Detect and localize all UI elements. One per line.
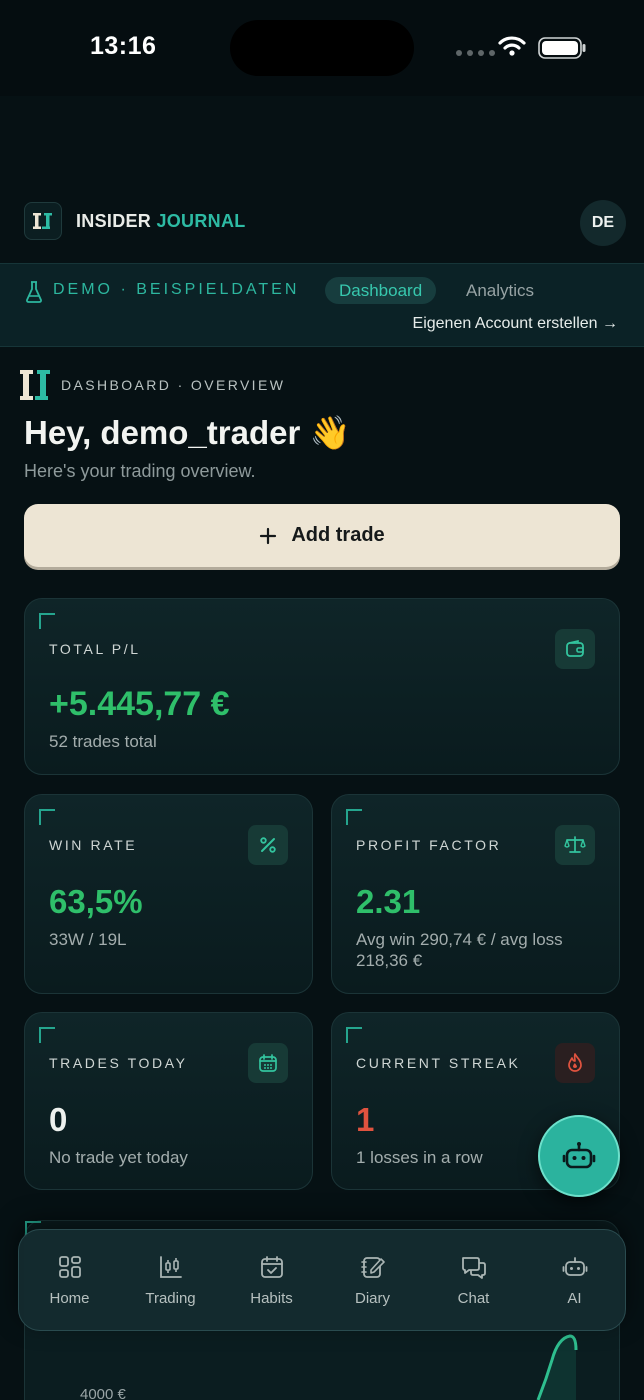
robot-icon — [562, 1256, 587, 1276]
language-switch-button[interactable]: DE — [580, 200, 626, 246]
tab-dashboard[interactable]: Dashboard — [325, 277, 437, 304]
calendar-icon — [248, 1043, 288, 1083]
tab-analytics[interactable]: Analytics — [466, 281, 534, 301]
total-pl-sub: 52 trades total — [49, 732, 157, 751]
percent-icon — [248, 825, 288, 865]
card-corner — [39, 809, 55, 825]
chart-y-tick: 4000 € — [80, 1386, 126, 1400]
card-corner — [346, 1027, 362, 1043]
card-label: TOTAL P/L — [49, 641, 141, 657]
logo-mark-icon — [20, 370, 50, 400]
current-streak-sub: 1 losses in a row — [356, 1148, 483, 1167]
profit-factor-card[interactable]: PROFIT FACTOR 2.31 Avg win 290,74 € / av… — [331, 794, 620, 994]
nav-label: Trading — [145, 1289, 196, 1307]
status-time: 13:16 — [90, 32, 157, 60]
nav-label: Home — [49, 1289, 90, 1307]
current-streak-value: 1 — [356, 1101, 375, 1138]
add-trade-label: Add trade — [291, 524, 385, 546]
demo-banner: DEMO · BEISPIELDATEN Dashboard Analytics… — [0, 263, 644, 347]
profit-factor-value: 2.31 — [356, 883, 421, 920]
add-trade-button[interactable]: Add trade — [24, 504, 620, 567]
wifi-icon — [498, 36, 526, 56]
page-title: Hey, demo_trader 👋 — [24, 414, 351, 451]
robot-icon — [562, 1142, 596, 1169]
dynamic-island — [230, 20, 414, 76]
equity-chart-line — [536, 1334, 578, 1400]
logo[interactable] — [24, 202, 62, 240]
plus-icon — [260, 527, 277, 544]
nav-label: Chat — [457, 1289, 490, 1307]
card-label: CURRENT STREAK — [356, 1055, 521, 1071]
nav-item-habits[interactable]: Habits — [226, 1254, 318, 1307]
trades-today-value: 0 — [49, 1101, 68, 1138]
total-pl-value: +5.445,77 € — [49, 685, 230, 723]
card-label: PROFIT FACTOR — [356, 837, 502, 853]
battery-icon — [538, 37, 586, 59]
scale-icon — [555, 825, 595, 865]
nav-item-ai[interactable]: AI — [529, 1254, 621, 1307]
brand-name-part1: INSIDER — [76, 211, 152, 231]
card-label: TRADES TODAY — [49, 1055, 188, 1071]
bottom-nav: Home Trading Habits Diary Chat AI — [18, 1229, 626, 1331]
win-rate-card[interactable]: WIN RATE 63,5% 33W / 19L — [24, 794, 313, 994]
trades-today-card[interactable]: TRADES TODAY 0 No trade yet today — [24, 1012, 313, 1190]
grid-icon — [58, 1255, 81, 1278]
profit-factor-sub: Avg win 290,74 € / avg loss 218,36 € — [356, 930, 563, 970]
wallet-icon — [555, 629, 595, 669]
card-corner — [39, 613, 55, 629]
app-header: INSIDER JOURNAL DE — [0, 196, 644, 262]
page-eyebrow: DASHBOARD · OVERVIEW — [61, 377, 286, 393]
win-rate-sub: 33W / 19L — [49, 930, 127, 949]
nav-item-home[interactable]: Home — [24, 1254, 116, 1307]
chat-icon — [461, 1256, 486, 1279]
win-rate-value: 63,5% — [49, 883, 143, 920]
card-corner — [346, 809, 362, 825]
nav-item-chat[interactable]: Chat — [428, 1254, 520, 1307]
total-pl-card[interactable]: TOTAL P/L +5.445,77 € 52 trades total — [24, 598, 620, 775]
brand-name: INSIDER JOURNAL — [76, 211, 246, 232]
status-bar: 13:16 — [0, 0, 644, 96]
logo-icon — [33, 213, 52, 229]
nav-item-diary[interactable]: Diary — [327, 1254, 419, 1307]
calendar-check-icon — [260, 1255, 283, 1278]
ai-assistant-button[interactable] — [538, 1115, 620, 1197]
flame-icon — [555, 1043, 595, 1083]
page-subtitle: Here's your trading overview. — [24, 461, 256, 481]
nav-item-trading[interactable]: Trading — [125, 1254, 217, 1307]
nav-label: Diary — [354, 1289, 390, 1307]
create-account-link[interactable]: Eigenen Account erstellen → — [413, 315, 618, 333]
flask-icon — [26, 281, 42, 303]
candlestick-icon — [159, 1255, 182, 1278]
nav-label: Habits — [250, 1289, 293, 1307]
demo-label: DEMO · BEISPIELDATEN — [53, 281, 300, 298]
signal-icon — [456, 50, 495, 56]
brand-name-part2: JOURNAL — [156, 211, 246, 231]
notebook-icon — [360, 1256, 385, 1278]
trades-today-sub: No trade yet today — [49, 1148, 188, 1167]
nav-label: AI — [567, 1289, 582, 1307]
card-corner — [39, 1027, 55, 1043]
card-label: WIN RATE — [49, 837, 138, 853]
